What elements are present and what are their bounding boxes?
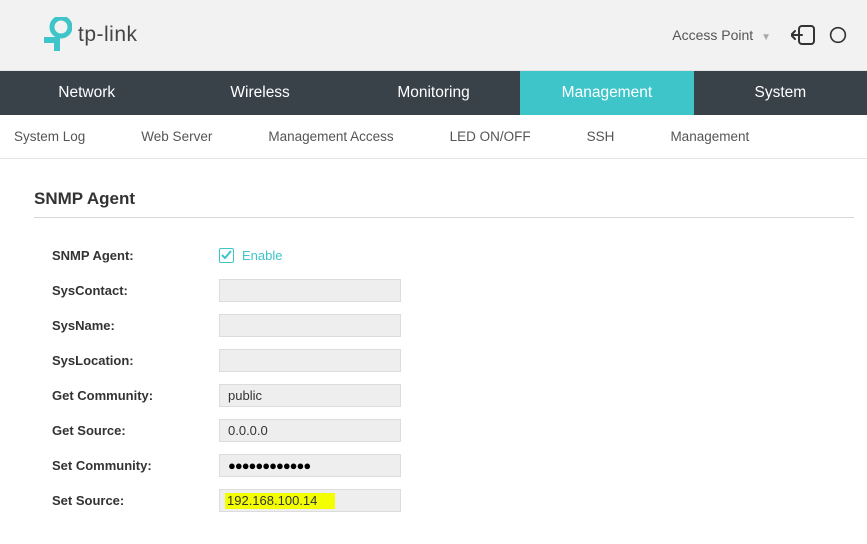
topbar-right: Access Point ▼ — [666, 19, 847, 51]
row-sysname: SysName: — [34, 314, 867, 337]
label-snmp-agent: SNMP Agent: — [34, 248, 219, 263]
label-get-community: Get Community: — [34, 388, 219, 403]
logout-icon[interactable] — [787, 19, 819, 51]
chevron-down-icon: ▼ — [761, 32, 771, 43]
subtab-system-log[interactable]: System Log — [0, 129, 113, 144]
subtab-management-access[interactable]: Management Access — [240, 129, 421, 144]
brand-name: tp-link — [78, 23, 138, 47]
row-get-community: Get Community: — [34, 384, 867, 407]
nav-tab-monitoring[interactable]: Monitoring — [347, 71, 520, 115]
mode-label-text: Access Point — [672, 27, 753, 43]
sub-nav: System Log Web Server Management Access … — [0, 115, 867, 159]
content: SNMP Agent SNMP Agent: Enable SysContact… — [0, 159, 867, 544]
syslocation-input[interactable] — [219, 349, 401, 372]
subtab-management[interactable]: Management — [642, 129, 749, 144]
row-snmp-agent: SNMP Agent: Enable — [34, 244, 867, 267]
row-syscontact: SysContact: — [34, 279, 867, 302]
label-sysname: SysName: — [34, 318, 219, 333]
mode-dropdown[interactable]: Access Point ▼ — [666, 23, 777, 47]
enable-checkbox[interactable] — [219, 248, 234, 263]
set-source-input[interactable] — [219, 489, 401, 512]
row-syslocation: SysLocation: — [34, 349, 867, 372]
subtab-ssh[interactable]: SSH — [559, 129, 643, 144]
subtab-web-server[interactable]: Web Server — [113, 129, 240, 144]
nav-tab-management[interactable]: Management — [520, 71, 693, 115]
section-title: SNMP Agent — [34, 189, 854, 218]
enable-label: Enable — [242, 248, 282, 263]
set-community-input[interactable] — [219, 454, 401, 477]
label-set-community: Set Community: — [34, 458, 219, 473]
nav-tab-system[interactable]: System — [694, 71, 867, 115]
tplink-logo-icon — [44, 17, 72, 54]
brand-logo: tp-link — [44, 17, 138, 54]
row-get-source: Get Source: — [34, 419, 867, 442]
syscontact-input[interactable] — [219, 279, 401, 302]
refresh-icon[interactable] — [829, 19, 847, 51]
topbar: tp-link Access Point ▼ — [0, 0, 867, 71]
main-nav: Network Wireless Monitoring Management S… — [0, 71, 867, 115]
sysname-input[interactable] — [219, 314, 401, 337]
row-set-community: Set Community: — [34, 454, 867, 477]
label-get-source: Get Source: — [34, 423, 219, 438]
subtab-led[interactable]: LED ON/OFF — [422, 129, 559, 144]
label-syslocation: SysLocation: — [34, 353, 219, 368]
label-set-source: Set Source: — [34, 493, 219, 508]
get-source-input[interactable] — [219, 419, 401, 442]
get-community-input[interactable] — [219, 384, 401, 407]
label-syscontact: SysContact: — [34, 283, 219, 298]
nav-tab-wireless[interactable]: Wireless — [173, 71, 346, 115]
row-set-source: Set Source: — [34, 489, 867, 512]
nav-tab-network[interactable]: Network — [0, 71, 173, 115]
